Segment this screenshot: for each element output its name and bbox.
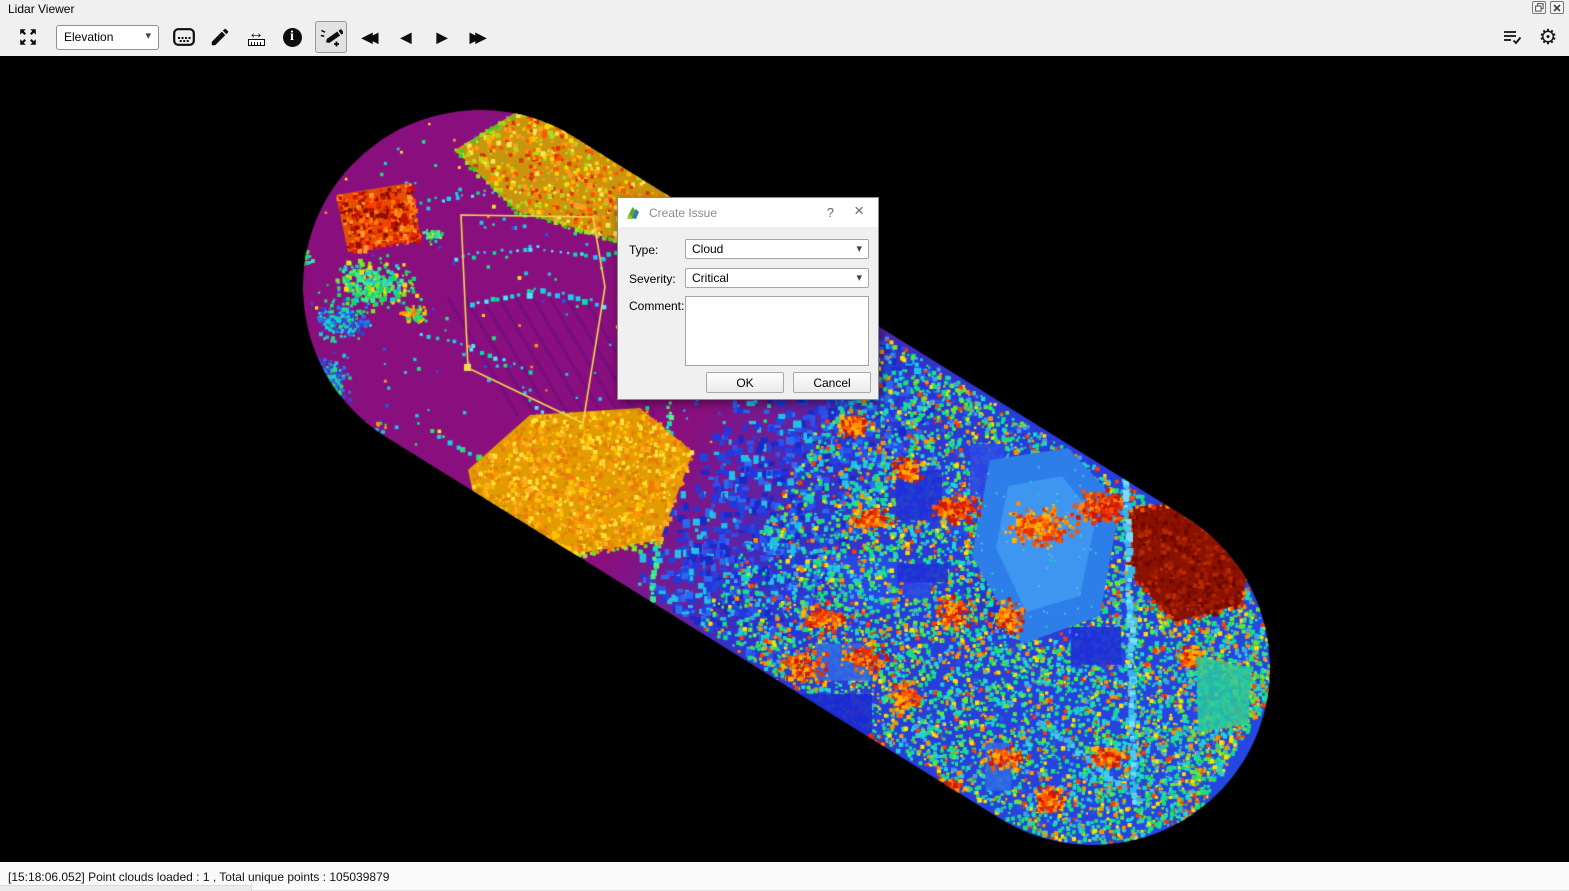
restore-window-button[interactable] xyxy=(1532,1,1546,14)
draw-button[interactable] xyxy=(207,23,233,51)
status-grip xyxy=(0,885,252,891)
pencil-icon xyxy=(209,26,231,48)
main-toolbar: Elevation ▾ ↔ i xyxy=(0,18,1569,56)
measure-button[interactable]: ↔ xyxy=(243,23,269,51)
annotate-button[interactable] xyxy=(315,21,347,53)
restore-icon xyxy=(1535,3,1544,12)
severity-label: Severity: xyxy=(629,272,676,286)
severity-value: Critical xyxy=(692,271,729,285)
point-cloud-viewport[interactable]: Create Issue ? × Type: Cloud ▾ Severity:… xyxy=(0,56,1569,862)
type-label: Type: xyxy=(629,243,658,257)
colormap-select[interactable]: Elevation ▾ xyxy=(56,25,159,50)
dialog-help-button[interactable]: ? xyxy=(827,205,834,220)
type-value: Cloud xyxy=(692,242,723,256)
status-bar: [15:18:06.052] Point clouds loaded : 1 ,… xyxy=(0,862,1569,891)
comment-input[interactable] xyxy=(685,296,869,366)
issue-list-button[interactable] xyxy=(1499,23,1525,51)
window-close-icon xyxy=(1553,4,1561,12)
annotate-wand-icon xyxy=(319,25,343,49)
comment-label: Comment: xyxy=(629,299,684,313)
play-icon: ▶ xyxy=(437,30,448,44)
window-title: Lidar Viewer xyxy=(8,2,74,16)
fullscreen-icon xyxy=(18,27,38,47)
previous-button[interactable]: ◀ xyxy=(393,23,419,51)
status-message: [15:18:06.052] Point clouds loaded : 1 ,… xyxy=(8,870,389,884)
window-titlebar: Lidar Viewer xyxy=(0,0,1569,18)
fast-forward-icon: ▶▶ xyxy=(470,30,487,44)
dialog-title: Create Issue xyxy=(649,206,717,220)
create-issue-dialog: Create Issue ? × Type: Cloud ▾ Severity:… xyxy=(617,197,879,400)
type-select[interactable]: Cloud ▾ xyxy=(685,239,869,259)
play-button[interactable]: ▶ xyxy=(429,23,455,51)
fast-forward-button[interactable]: ▶▶ xyxy=(465,23,491,51)
fullscreen-button[interactable] xyxy=(15,23,41,51)
info-icon: i xyxy=(283,28,302,47)
dialog-close-button[interactable]: × xyxy=(854,202,864,219)
severity-select[interactable]: Critical ▾ xyxy=(685,268,869,288)
gear-icon: ⚙ xyxy=(1539,27,1558,48)
lidar-viewer-window: Lidar Viewer xyxy=(0,0,1569,891)
chevron-down-icon: ▾ xyxy=(856,242,862,255)
info-button[interactable]: i xyxy=(279,23,305,51)
list-check-icon xyxy=(1502,28,1522,46)
grid-icon xyxy=(173,28,195,46)
rewind-button[interactable]: ◀◀ xyxy=(357,23,383,51)
grid-button[interactable] xyxy=(171,23,197,51)
dialog-titlebar[interactable]: Create Issue ? × xyxy=(618,198,878,227)
settings-button[interactable]: ⚙ xyxy=(1535,23,1561,51)
chevron-down-icon: ▾ xyxy=(856,271,862,284)
app-logo-icon xyxy=(626,206,641,220)
window-controls xyxy=(1532,1,1564,14)
chevron-down-icon: ▾ xyxy=(145,29,151,42)
ruler-icon xyxy=(248,39,265,46)
measure-arrow-icon: ↔ xyxy=(248,28,264,39)
close-window-button[interactable] xyxy=(1550,1,1564,14)
rewind-icon: ◀◀ xyxy=(362,30,379,44)
cancel-button[interactable]: Cancel xyxy=(793,372,871,393)
previous-icon: ◀ xyxy=(401,30,412,44)
lidar-point-cloud-canvas[interactable] xyxy=(0,56,1569,862)
ok-button[interactable]: OK xyxy=(706,372,784,393)
colormap-value: Elevation xyxy=(64,30,113,44)
